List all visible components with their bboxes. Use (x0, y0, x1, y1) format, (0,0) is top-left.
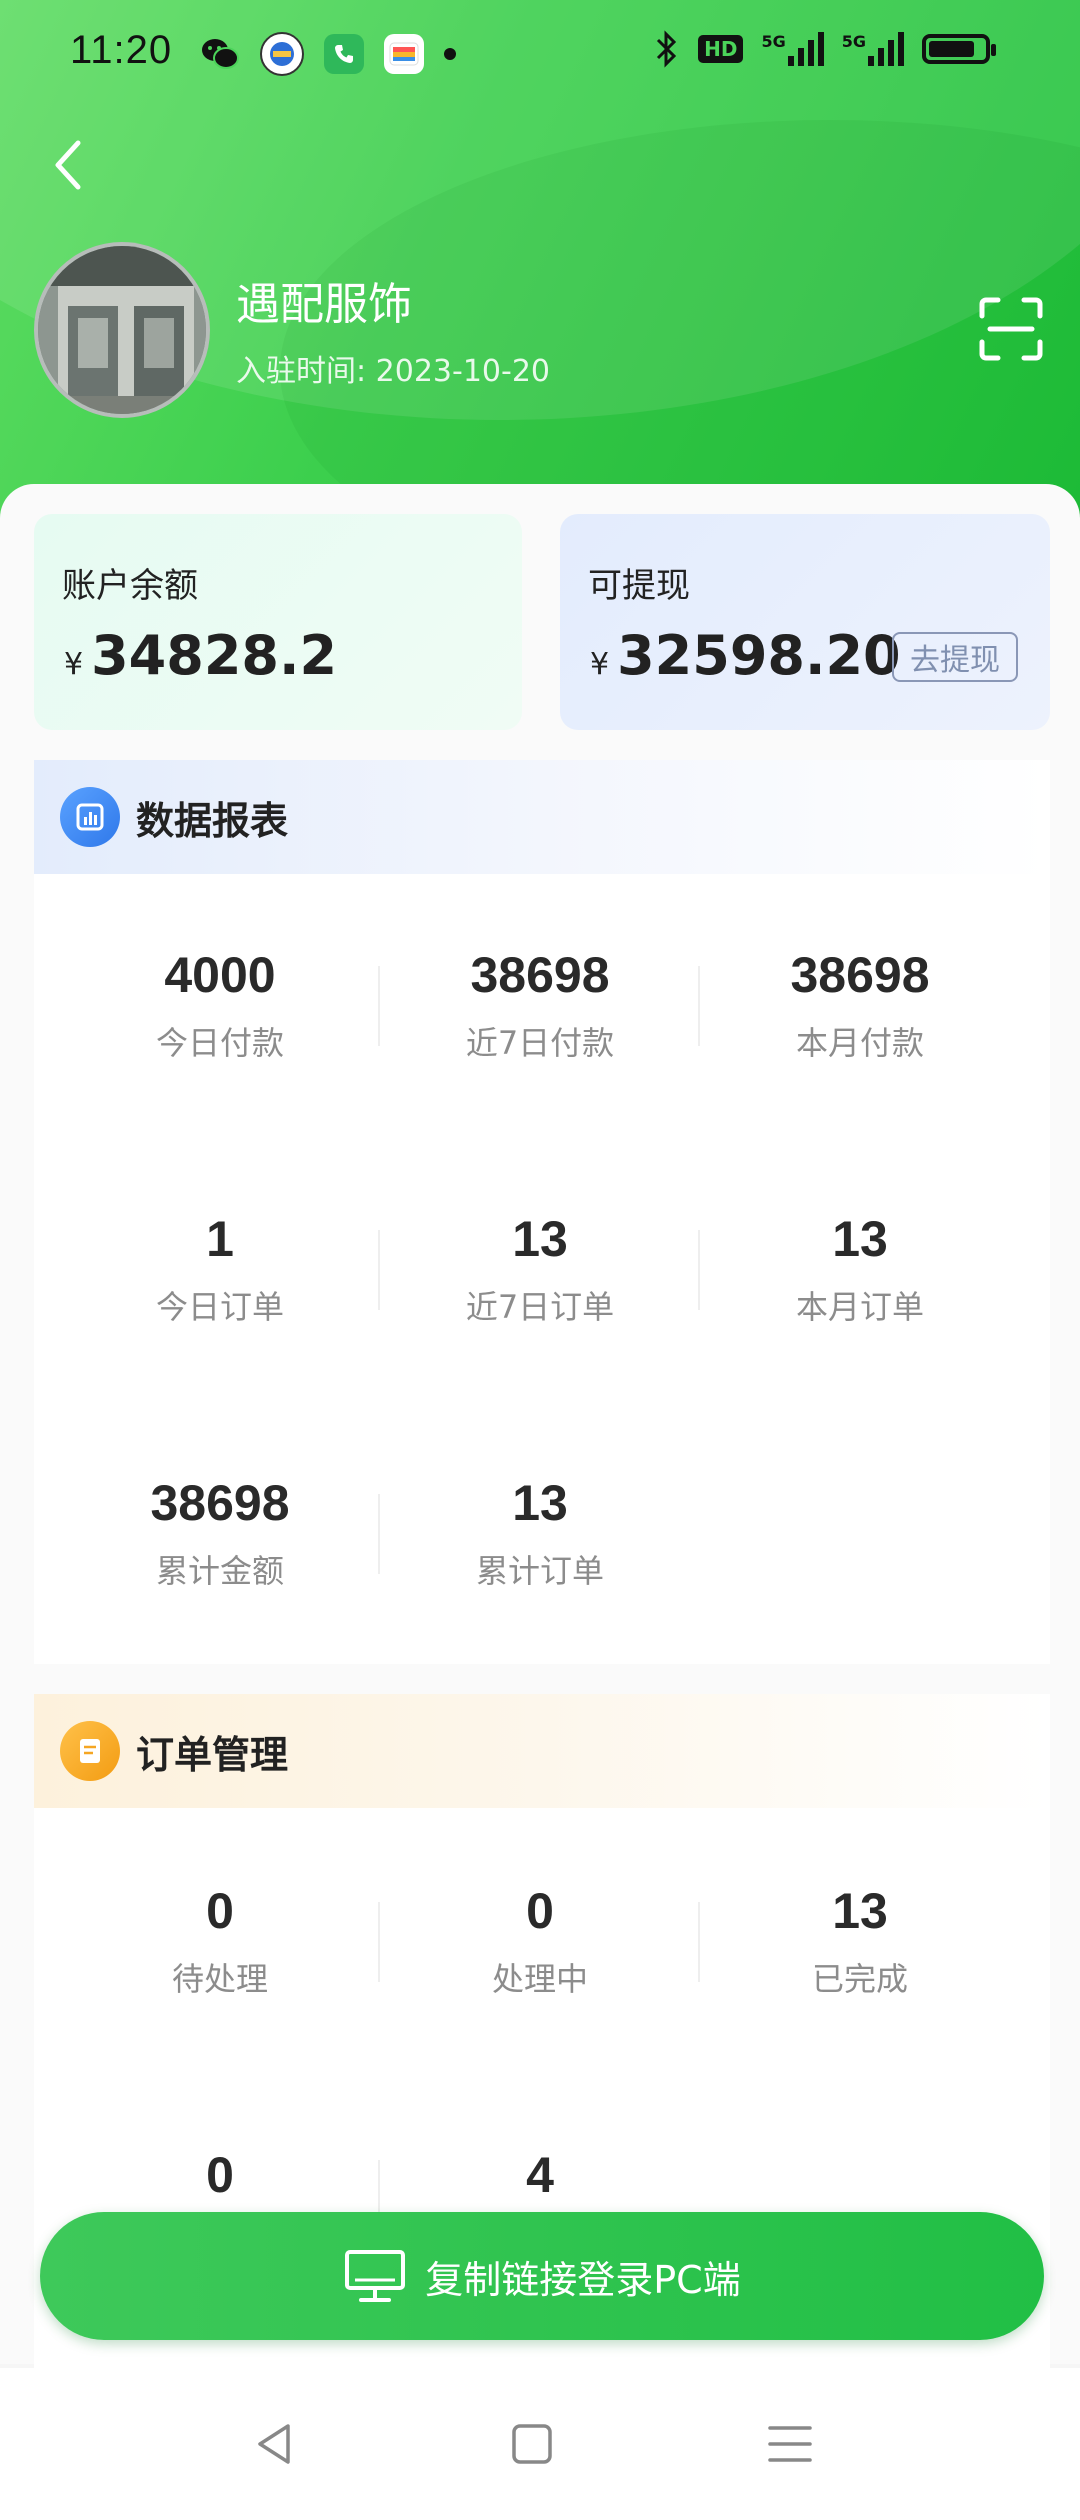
stat-value: 13 (512, 1211, 568, 1267)
stat-7day-payment[interactable]: 38698 近7日付款 (380, 946, 700, 1064)
square-home-icon (512, 2424, 552, 2464)
app-badge-icon (260, 32, 304, 76)
menu-icon (768, 2426, 812, 2462)
join-date-row: 入驻时间: 2023-10-20 (236, 346, 550, 390)
stat-label: 本月付款 (795, 1024, 924, 1062)
back-button[interactable] (44, 135, 94, 195)
stat-value: 1 (206, 1211, 234, 1267)
status-time: 11:20 (70, 28, 173, 72)
scan-button[interactable] (976, 294, 1046, 364)
order-completed[interactable]: 13 已完成 (700, 1882, 1020, 2000)
nav-home-button[interactable] (502, 2414, 562, 2474)
stat-total-orders[interactable]: 13 累计订单 (380, 1474, 700, 1592)
order-management-header: 订单管理 (34, 1694, 1050, 1808)
stat-label: 累计金额 (155, 1552, 284, 1590)
stat-today-orders[interactable]: 1 今日订单 (60, 1210, 380, 1328)
order-stat-5[interactable]: 4 (380, 2146, 700, 2204)
copy-link-pc-login-button[interactable]: 复制链接登录PC端 (40, 2212, 1044, 2340)
order-processing[interactable]: 0 处理中 (380, 1882, 700, 2000)
signal-strength-icon (868, 32, 904, 66)
stat-month-orders[interactable]: 13 本月订单 (700, 1210, 1020, 1328)
battery-icon (922, 34, 996, 64)
signal-strength-icon (787, 32, 824, 66)
currency-symbol: ¥ (590, 647, 610, 682)
stat-value: 13 (832, 1211, 888, 1267)
account-balance-label: 账户余额 (62, 566, 198, 606)
bluetooth-icon (657, 30, 677, 68)
order-icon (60, 1721, 120, 1781)
withdrawable-label: 可提现 (588, 566, 690, 606)
stat-label: 近7日订单 (465, 1288, 615, 1326)
hd-badge: HD (698, 35, 744, 63)
withdrawable-amount: ¥ 32598.20 (590, 624, 901, 687)
stat-value: 4000 (164, 947, 276, 1003)
order-stat-4[interactable]: 0 (60, 2146, 380, 2204)
phone-app-icon (324, 34, 364, 74)
account-balance-amount: ¥ 34828.2 (64, 624, 337, 687)
stat-label: 处理中 (491, 1960, 588, 1998)
stat-label: 累计订单 (475, 1552, 604, 1590)
account-balance-value: 34828.2 (91, 624, 338, 687)
more-notifications-dot (444, 48, 456, 60)
withdrawable-value: 32598.20 (617, 624, 901, 687)
stat-value: 38698 (790, 947, 930, 1003)
withdraw-button[interactable]: 去提现 (892, 632, 1018, 682)
order-management-title: 订单管理 (136, 1732, 289, 1777)
monitor-icon (345, 2250, 406, 2302)
chevron-left-icon (55, 140, 81, 190)
system-indicators: HD 5G 5G (654, 30, 996, 68)
stat-label: 待处理 (171, 1960, 268, 1998)
stat-month-payment[interactable]: 38698 本月付款 (700, 946, 1020, 1064)
stat-value: 38698 (150, 1475, 290, 1531)
stat-value: 38698 (470, 947, 610, 1003)
system-navigation-bar (0, 2368, 1080, 2520)
report-icon (60, 787, 120, 847)
stat-value: 4 (526, 2147, 554, 2203)
stat-label: 已完成 (811, 1960, 908, 1998)
signal-1: 5G (761, 32, 824, 66)
account-balance-card[interactable]: 账户余额 ¥ 34828.2 (34, 514, 522, 730)
withdrawable-card[interactable]: 可提现 ¥ 32598.20 去提现 (560, 514, 1050, 730)
stat-value: 0 (206, 1883, 234, 1939)
join-date-value: 2023-10-20 (375, 354, 551, 389)
copy-link-pc-login-label: 复制链接登录PC端 (425, 2257, 741, 2302)
stat-total-amount[interactable]: 38698 累计金额 (60, 1474, 380, 1592)
scan-icon (979, 297, 1043, 361)
notification-icons (200, 32, 456, 76)
stat-label: 今日订单 (155, 1288, 284, 1326)
stat-label: 本月订单 (795, 1288, 924, 1326)
stat-value: 0 (526, 1883, 554, 1939)
nav-back-button[interactable] (244, 2414, 304, 2474)
data-report-title: 数据报表 (136, 798, 289, 843)
wechat-icon (200, 34, 240, 74)
signal-2: 5G (842, 32, 904, 66)
stat-value: 13 (832, 1883, 888, 1939)
status-bar: 11:20 HD 5G 5G (0, 0, 1080, 110)
join-date-label: 入驻时间: (236, 354, 367, 389)
order-pending[interactable]: 0 待处理 (60, 1882, 380, 2000)
store-name: 遇配服饰 (236, 279, 412, 330)
stat-7day-orders[interactable]: 13 近7日订单 (380, 1210, 700, 1328)
stat-label: 今日付款 (155, 1024, 284, 1062)
stat-today-payment[interactable]: 4000 今日付款 (60, 946, 380, 1064)
nav-menu-button[interactable] (760, 2414, 820, 2474)
store-avatar[interactable] (34, 242, 210, 418)
stat-value: 13 (512, 1475, 568, 1531)
stat-value: 0 (206, 2147, 234, 2203)
currency-symbol: ¥ (64, 647, 84, 682)
triangle-back-icon (258, 2424, 290, 2464)
data-report-header: 数据报表 (34, 760, 1050, 874)
wallet-app-icon (384, 34, 424, 74)
stat-label: 近7日付款 (465, 1024, 615, 1062)
